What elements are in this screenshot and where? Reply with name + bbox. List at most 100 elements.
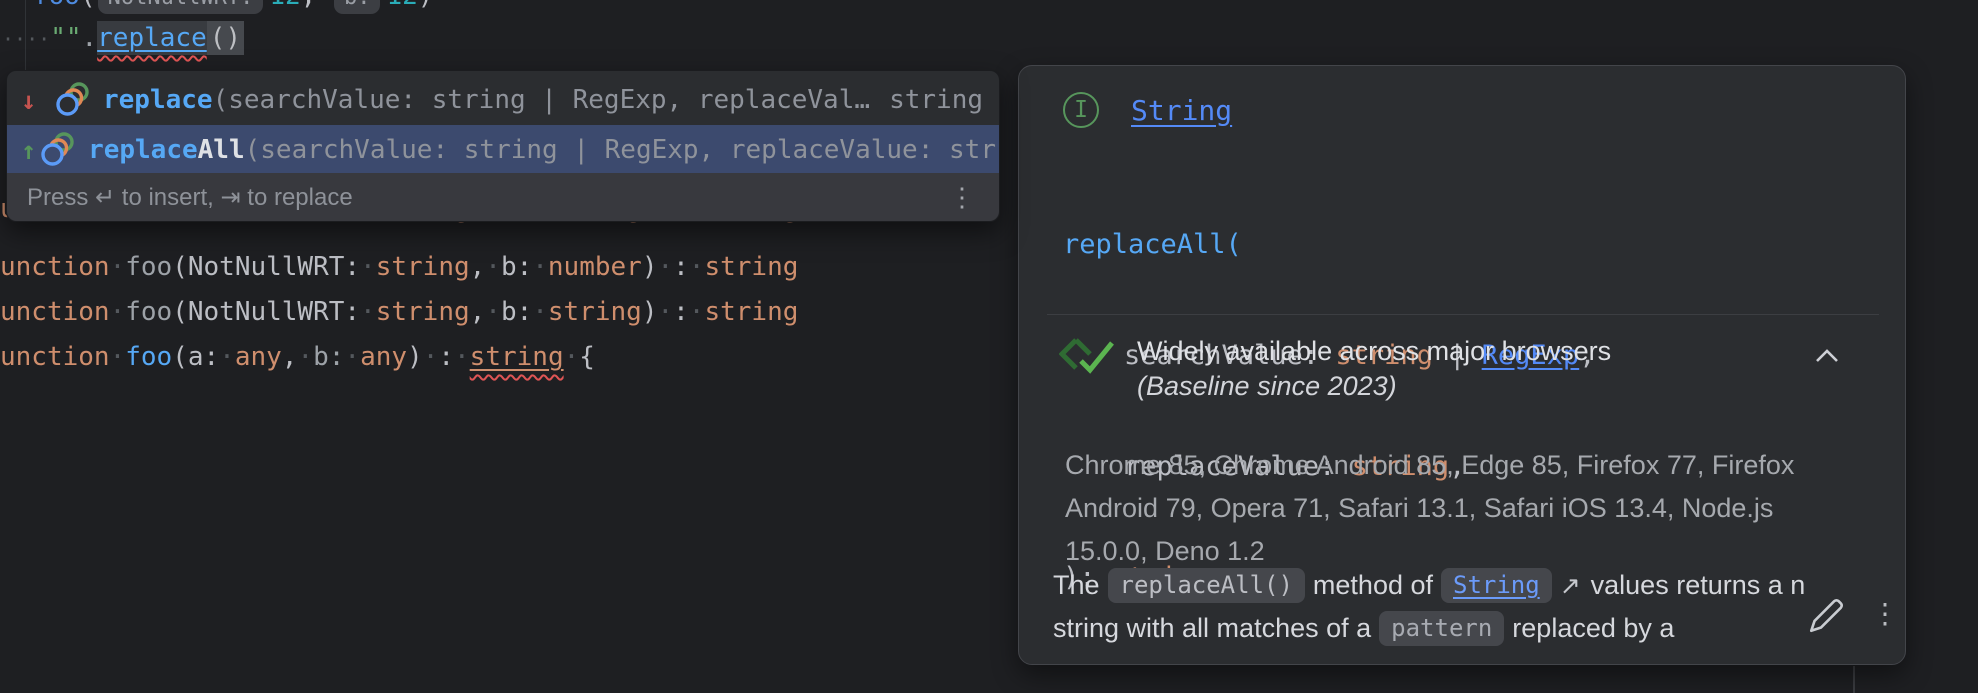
completion-item-replaceAll-selected[interactable]: ↑ replaceAll(searchValue: string | RegEx… <box>7 125 999 175</box>
doc-header: I String <box>1063 92 1232 128</box>
whitespace-dot: · <box>423 342 439 372</box>
whitespace-dot: · <box>564 342 580 372</box>
whitespace-dot: · <box>532 252 548 282</box>
whitespace-dot: · <box>38 27 50 51</box>
inlay-hint-param-name: b: <box>334 0 381 14</box>
code-token: any <box>360 342 407 372</box>
code-token: : <box>438 342 454 372</box>
whitespace-dot: · <box>2 27 14 51</box>
code-token: ( <box>172 342 188 372</box>
collapse-section-button[interactable] <box>1813 348 1841 369</box>
whitespace-dot: · <box>297 342 313 372</box>
whitespace-dot: · <box>316 0 332 11</box>
completion-footer-hint: Press ↵ to insert, ⇥ to replace <box>27 183 353 212</box>
documentation-popup: I String replaceAll( searchValue: string… <box>1018 65 1906 665</box>
whitespace-dot: · <box>344 342 360 372</box>
code-token: a: <box>188 342 219 372</box>
code-token: string <box>376 297 470 327</box>
code-line-replace: ····"".replace() <box>2 16 244 61</box>
code-token: ( <box>80 0 96 11</box>
whitespace-dot: · <box>110 342 126 372</box>
completion-item-signature: (searchValue: string | RegExp, replaceVa… <box>245 135 996 165</box>
interface-icon: I <box>1063 92 1099 128</box>
code-token: foo <box>125 342 172 372</box>
whitespace-dot: · <box>485 252 501 282</box>
whitespace-dot: · <box>454 342 470 372</box>
doc-description: The replaceAll() method of String ↗ valu… <box>1053 564 1813 650</box>
code-token: unction <box>0 342 110 372</box>
code-token: any <box>235 342 282 372</box>
description-text: string with all matches of a <box>1053 613 1371 644</box>
code-line-overload: unction·foo(NotNullWRT:·string,·b:·strin… <box>0 290 798 335</box>
description-line: string with all matches of a pattern rep… <box>1053 607 1813 650</box>
inlay-hint-param-name: NotNullWRT: <box>98 0 264 14</box>
code-line-declaration: unction·foo(a:·any,·b:·any)·:·string·{ <box>0 335 595 380</box>
method-icon <box>40 132 76 168</box>
code-token: foo <box>125 252 172 282</box>
whitespace-dot: · <box>219 342 235 372</box>
code-token: { <box>579 342 595 372</box>
code-token: 12 <box>269 0 300 11</box>
whitespace-dot: · <box>689 297 705 327</box>
code-token: NotNullWRT: <box>188 297 360 327</box>
code-token: b: <box>501 297 532 327</box>
whitespace-dot: · <box>26 27 38 51</box>
code-token: ) <box>407 342 423 372</box>
code-token: : <box>673 252 689 282</box>
code-token: foo <box>33 0 80 11</box>
code-token: unction <box>0 297 110 327</box>
chevron-up-icon <box>1813 348 1841 364</box>
code-token-string-literal: "" <box>50 23 81 53</box>
baseline-widely-available-icon <box>1059 334 1115 378</box>
description-line: The replaceAll() method of String ↗ valu… <box>1053 564 1813 607</box>
description-text: method of <box>1313 570 1433 601</box>
description-text: values returns a n <box>1591 570 1806 601</box>
code-token: , <box>470 297 486 327</box>
code-token: string <box>548 297 642 327</box>
code-line-overload: unction·foo(NotNullWRT:·string,·b:·numbe… <box>0 245 798 290</box>
code-token: , <box>301 0 317 11</box>
moved-down-arrow-icon: ↓ <box>21 86 51 115</box>
completion-item-return-type: string <box>889 85 999 115</box>
kebab-menu-icon[interactable]: ⋮ <box>1871 594 1899 634</box>
code-token: b: <box>501 252 532 282</box>
whitespace-dot: · <box>689 252 705 282</box>
code-token: , <box>282 342 298 372</box>
code-token: string <box>376 252 470 282</box>
whitespace-dot: · <box>657 252 673 282</box>
external-link-icon: ↗ <box>1560 571 1581 601</box>
code-token: ) <box>642 297 658 327</box>
string-doc-link[interactable]: String <box>1441 568 1552 603</box>
whitespace-dot: · <box>532 297 548 327</box>
completion-item-replace[interactable]: ↓ replace(searchValue: string | RegExp, … <box>7 75 999 125</box>
code-token: string <box>704 297 798 327</box>
whitespace-dot: · <box>360 297 376 327</box>
code-token-error-type: string <box>470 342 564 372</box>
code-token: unction <box>0 252 110 282</box>
code-token: number <box>548 252 642 282</box>
whitespace-dot: · <box>110 252 126 282</box>
completion-item-name: replace <box>88 135 198 165</box>
whitespace-dot: · <box>485 297 501 327</box>
code-token: NotNullWRT: <box>188 252 360 282</box>
code-token: () <box>207 21 244 55</box>
baseline-title: Widely available across major browsers <box>1137 334 1611 369</box>
completion-footer: Press ↵ to insert, ⇥ to replace ⋮ <box>7 173 999 221</box>
code-token: string <box>704 252 798 282</box>
signature-name: replaceAll( <box>1063 229 1242 260</box>
edit-documentation-button[interactable] <box>1806 594 1848 641</box>
owner-type-link[interactable]: String <box>1131 94 1232 127</box>
completion-item-name: replace <box>103 85 213 115</box>
whitespace-dot: · <box>360 252 376 282</box>
ide-editor-screen: foo(NotNullWRT:12,·b:12) ····"".replace(… <box>0 0 1978 693</box>
code-token: ( <box>172 252 188 282</box>
scrollbar[interactable] <box>1853 666 1855 693</box>
inline-code-chip: pattern <box>1379 611 1504 646</box>
code-token: : <box>673 297 689 327</box>
completion-item-signature: (searchValue: string | RegExp, replaceVa… <box>213 85 870 115</box>
code-token: foo <box>125 297 172 327</box>
whitespace-dot: · <box>110 297 126 327</box>
description-text: replaced by a <box>1512 613 1674 644</box>
code-token: b: <box>313 342 344 372</box>
kebab-menu-icon[interactable]: ⋮ <box>949 184 975 210</box>
